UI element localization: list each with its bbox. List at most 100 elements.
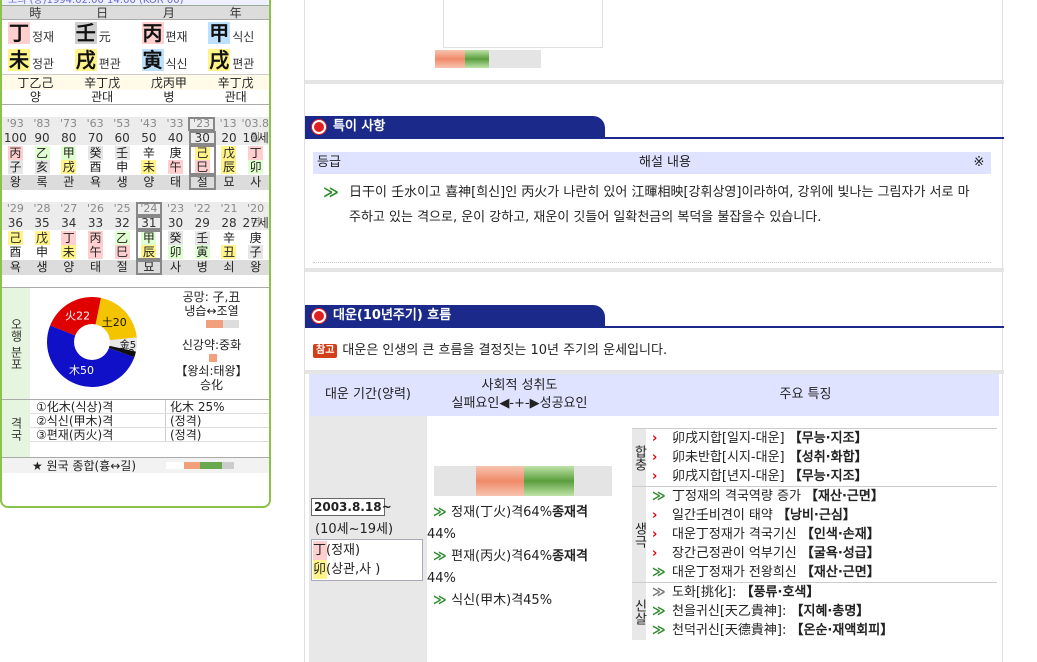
ohaeng-info: 공망: 子,丑 냉습↔조열 신강약:중화 【왕쇠:태왕】 승化 [154, 288, 269, 399]
grid-branch: 未 [141, 160, 157, 174]
grid-year: '03.8월 [241, 117, 270, 144]
grid-stem: 庚 [168, 146, 184, 160]
hidden-stems: 丁乙己 [17, 76, 54, 90]
grid-stage: 왕 [9, 175, 21, 189]
grid-ganzi[interactable]: 癸酉 [82, 145, 109, 175]
branch-cell[interactable]: 寅 식신 [136, 47, 203, 74]
grid-branch: 巳 [114, 245, 130, 259]
grid-branch: 申 [34, 245, 50, 259]
grid-ganzi[interactable]: 己酉 [2, 230, 29, 260]
grid-ganzi[interactable]: 戊申 [29, 230, 56, 260]
grid-age: 60 [114, 131, 130, 145]
daeun-table: 대운 기간(양력) 사회적 성취도 실패요인◀-+-▶성공요인 주요 특징 20… [309, 374, 999, 662]
gyeok-row[interactable]: ③편재(丙火)격 (정격) [30, 428, 269, 442]
hidden-stems-row: 丁乙己 辛丁戊 戊丙甲 辛丁戊 [2, 74, 269, 90]
col-success: 사회적 성취도 실패요인◀-+-▶성공요인 [451, 378, 588, 411]
grid-ganzi[interactable]: 乙巳 [109, 230, 136, 260]
ohaeng-side-label: 오행 분포 [2, 288, 30, 399]
special-header: 등급 해설 내용 ※ [313, 152, 991, 174]
grid-ganzi[interactable]: 庚午 [162, 145, 189, 175]
grid-year: '27 [60, 202, 78, 215]
grid-ganzi[interactable]: 乙亥 [29, 145, 56, 175]
features-cell: 합충 › 卯戌지합[일지-대운] 【무능·지조】 › 卯未반합[시지-대운] 【성취… [612, 416, 999, 662]
grid-ganzi[interactable]: 己巳 [188, 145, 216, 175]
double-chevron-icon: ≫ [433, 593, 452, 608]
success-item: ≫ 정재(丁火)격64%종재격 [433, 505, 588, 520]
gyeok-row[interactable]: ①化木(식상)격 化木 25% [30, 400, 269, 414]
grid-branch: 寅 [194, 245, 210, 259]
grid-age: 28 [221, 216, 237, 230]
gyeok-row[interactable]: ②식신(甲木)격 (정격) [30, 414, 269, 428]
grid-ganzi[interactable]: 辛未 [136, 145, 163, 175]
grid-stage: 묘 [135, 260, 163, 275]
success-item: ≫ 식신(甲木)격45% [433, 593, 553, 608]
grid-stem: 戊 [34, 231, 50, 245]
feature-item: ≫ 천을귀신[天乙貴神]: 【지혜·총명】 [652, 604, 870, 619]
grid-ganzi[interactable]: 壬申 [109, 145, 136, 175]
grid-branch: 申 [114, 160, 130, 174]
grid-ganzi[interactable]: 丁未 [55, 230, 82, 260]
grid-stage: 욕 [89, 175, 101, 189]
grid-ganzi[interactable]: 丙子 [2, 145, 29, 175]
grid-ganzi[interactable]: 甲辰 [135, 230, 163, 260]
grid-branch: 卯 [248, 160, 264, 174]
grid-stem: 戊 [221, 146, 237, 160]
grid-stage: 관 [63, 175, 75, 189]
grid-stage: 록 [36, 175, 48, 189]
col-note: ※ [973, 155, 985, 170]
grid-ganzi[interactable]: 癸卯 [162, 230, 189, 260]
pie-label: 火22 [65, 310, 90, 323]
twelve-stages-row: 양 관대 병 관대 [2, 90, 269, 105]
wangsoe-text: 【왕쇠:태왕】 [175, 364, 248, 378]
chevron-right-icon: › [652, 469, 658, 484]
special-text: 日干이 壬水이고 喜神[희신]인 丙火가 나란히 있어 江暉相映[강휘상영]이라… [349, 185, 970, 225]
grid-ganzi[interactable]: 丁卯 [242, 145, 269, 175]
grid-age: 27세 [242, 216, 269, 230]
stem-cell[interactable]: 丁 정재 [2, 20, 69, 47]
grid-stem: 乙 [114, 231, 130, 245]
grid-year: '93 [6, 117, 24, 130]
daeun-table-header: 대운 기간(양력) 사회적 성취도 실패요인◀-+-▶성공요인 주요 특징 [309, 374, 999, 416]
chevron-right-icon: › [652, 527, 658, 542]
grid-year: '23 [188, 117, 215, 131]
stem-cell[interactable]: 丙 편재 [136, 20, 203, 47]
stem-cell[interactable]: 甲 식신 [202, 20, 269, 47]
grid-stem: 乙 [34, 146, 50, 160]
stem-cell[interactable]: 壬元 [69, 20, 136, 47]
grid-ganzi[interactable]: 壬寅 [189, 230, 216, 260]
strength-text: 신강약:중화 [181, 338, 242, 352]
grid-branch: 辰 [221, 160, 237, 174]
branches-row: 未 정관 戌 편관 寅 식신 戌 편관 [2, 47, 269, 74]
gongmang-text: 공망: 子,丑 [182, 290, 241, 304]
grid-ganzi[interactable]: 甲戌 [55, 145, 82, 175]
grid-ganzi[interactable]: 丙午 [82, 230, 109, 260]
grid-branch: 卯 [168, 245, 184, 259]
branch-cell[interactable]: 未 정관 [2, 47, 69, 74]
branch-cell[interactable]: 戌 편관 [202, 47, 269, 74]
grid-ganzi[interactable]: 戊辰 [216, 145, 243, 175]
grid-age: 36 [7, 216, 23, 230]
grid-stage: 쇠 [223, 260, 235, 274]
special-row: ≫ 日干이 壬水이고 喜神[희신]인 丙火가 나란히 있어 江暉相映[강휘상영]… [313, 174, 991, 230]
pillar-header-day: 日 [96, 6, 109, 20]
chevron-right-icon: › [652, 431, 658, 446]
grid-branch: 辰 [141, 245, 157, 259]
period-date[interactable]: 2003.8.18~ [311, 498, 392, 516]
grid-year: '83 [33, 117, 51, 130]
feature-item: ≫ 대운丁정재가 전왕희신 【재산·근면】 [652, 565, 880, 580]
pie-label: 土20 [102, 316, 127, 329]
daeun-grid: '93 '83 '73 '63 '53 '43 '33 '23 '13 '03.8월 100 90 8… [2, 117, 269, 190]
grid-ganzi[interactable]: 辛丑 [216, 230, 243, 260]
section-bullet-icon [312, 120, 326, 134]
grid-ganzi[interactable]: 庚子 [242, 230, 269, 260]
grid-year: '43 [139, 117, 157, 130]
dashed-divider [313, 262, 991, 263]
pie-label: 木50 [69, 364, 94, 377]
grid-stem: 丙 [87, 231, 103, 245]
branch-cell[interactable]: 戌 편관 [69, 47, 136, 74]
col-desc: 해설 내용 [639, 155, 691, 170]
strength-bar [183, 354, 240, 362]
grid-age: 40 [167, 131, 184, 145]
double-chevron-icon: ≫ [652, 489, 666, 504]
feature-group-label: 합충 [632, 429, 647, 486]
